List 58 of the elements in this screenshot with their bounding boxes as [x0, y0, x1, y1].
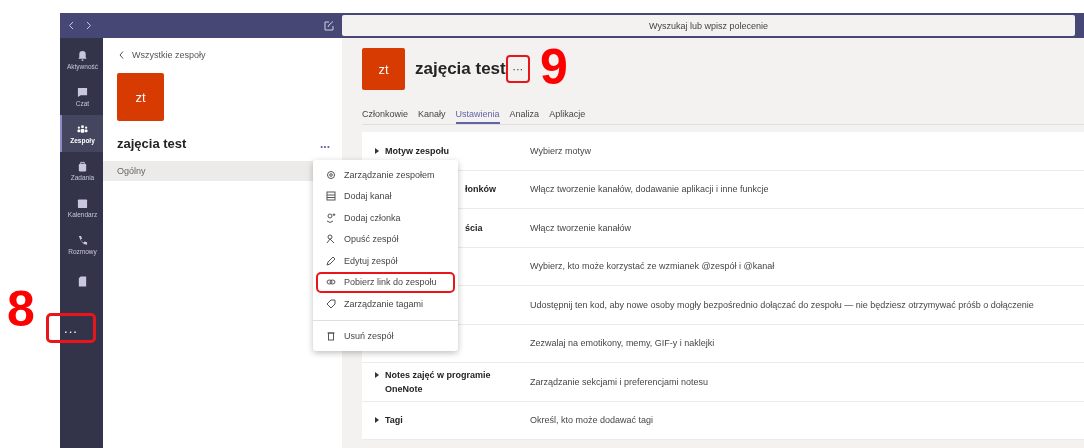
- bell-icon: [77, 49, 88, 61]
- setting-description: Włącz tworzenie kanałów, dodawanie aplikacji i inne funkcje: [530, 184, 770, 195]
- tab[interactable]: Analiza: [509, 109, 540, 124]
- tab[interactable]: Aplikacje: [549, 109, 586, 124]
- caret-icon[interactable]: [375, 147, 379, 154]
- setting-description: Wybierz, kto może korzystać ze wzmianek @zespół i @kanał: [530, 261, 776, 272]
- more-button[interactable]: ...: [320, 136, 330, 151]
- tab[interactable]: Ustawienia: [455, 109, 500, 124]
- tag-icon: [326, 298, 336, 309]
- phone-icon: [77, 234, 88, 246]
- forward-icon[interactable]: [86, 21, 92, 30]
- setting-description: Zezwalaj na emotikony, memy, GIF-y i naklejki: [530, 338, 716, 349]
- back-icon[interactable]: [68, 21, 74, 30]
- pencil-icon: [326, 255, 336, 266]
- calendar-icon: [77, 197, 88, 209]
- setting-description: Zarządzanie sekcjami i preferencjami notesu: [530, 376, 710, 387]
- menu-item[interactable]: Dodaj członka: [316, 207, 455, 229]
- setting-name: Tagi: [385, 414, 403, 428]
- setting-description: Włącz tworzenie kanałów: [530, 222, 633, 233]
- setting-description: Udostępnij ten kod, aby nowe osoby mogły bezpośrednio dołączać do zespołu — nie będziesz otrzymywać próśb o dołączenie: [530, 299, 1035, 310]
- search-field[interactable]: Wyszukaj lub wpisz polecenie: [342, 15, 1075, 36]
- setting-description: Wybierz motyw: [530, 145, 592, 156]
- tab[interactable]: Członkowie: [362, 109, 409, 124]
- setting-name: Motyw zespołu: [385, 144, 449, 158]
- setting-description: Określ, kto może dodawać tagi: [530, 415, 655, 426]
- setting-name: Notes zajęć w programie OneNote: [385, 368, 492, 396]
- settings-icon: [326, 169, 336, 180]
- team-title: zajęcia test: [415, 59, 506, 79]
- annotation-number: 8: [7, 284, 35, 334]
- channel-icon: [326, 191, 336, 202]
- trash-icon: [326, 331, 336, 342]
- menu-item[interactable]: Opuść zespół: [316, 228, 455, 250]
- annotation-number: 9: [540, 42, 568, 92]
- more-button[interactable]: ···: [505, 55, 530, 83]
- more-button[interactable]: ...: [46, 313, 96, 343]
- back-link[interactable]: Wszystkie zespoły: [103, 50, 342, 60]
- chat-icon: [77, 86, 88, 98]
- leave-icon: [326, 234, 336, 245]
- compose-icon[interactable]: [324, 20, 334, 31]
- back-icon: [119, 51, 124, 59]
- file-icon: [77, 276, 88, 287]
- team-avatar: zt: [362, 48, 405, 90]
- backpack-icon: [77, 160, 88, 172]
- menu-item[interactable]: Pobierz link do zespołu: [316, 271, 455, 293]
- menu-item[interactable]: Dodaj kanał: [316, 185, 455, 207]
- menu-item[interactable]: Usuń zespół: [316, 325, 455, 347]
- menu-item[interactable]: Zarządzanie tagami: [316, 293, 455, 315]
- caret-icon[interactable]: [375, 417, 379, 424]
- people-icon: [77, 123, 88, 135]
- add-person-icon: [326, 212, 336, 223]
- team-name: zajęcia test: [117, 136, 187, 151]
- tab[interactable]: Kanały: [418, 109, 446, 124]
- team-avatar: zt: [117, 73, 164, 121]
- setting-name: ścia: [465, 221, 483, 235]
- link-icon: [326, 277, 336, 288]
- menu-item[interactable]: Edytuj zespół: [316, 250, 455, 272]
- caret-icon[interactable]: [375, 371, 379, 378]
- setting-name: łonków: [465, 183, 496, 197]
